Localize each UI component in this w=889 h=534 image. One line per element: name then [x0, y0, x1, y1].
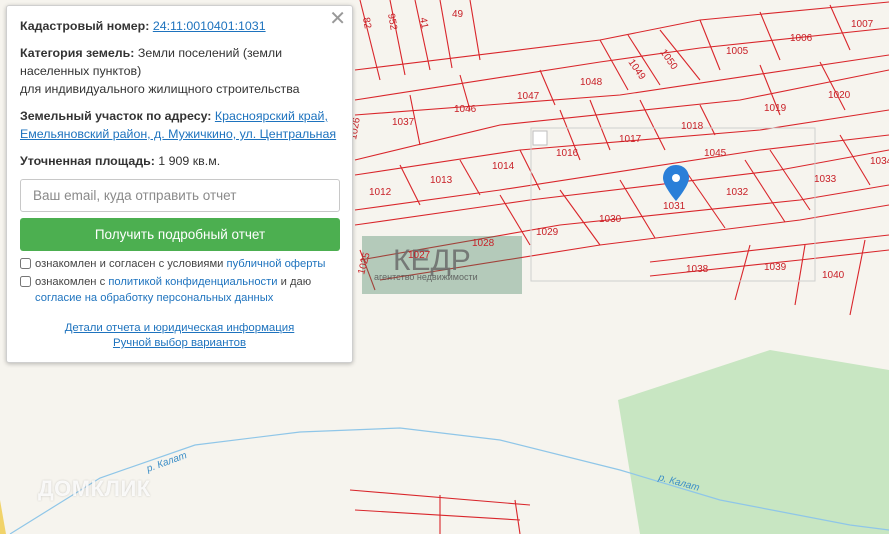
- parcel-label: 1013: [430, 175, 453, 186]
- parcel-label: 1047: [517, 91, 540, 102]
- parcel-label: 1005: [726, 46, 749, 57]
- cadastral-label: Кадастровый номер:: [20, 19, 150, 33]
- parcel-label: 1027: [408, 250, 431, 261]
- parcel-label: 1031: [663, 201, 686, 212]
- cadastral-row: Кадастровый номер: 24:11:0010401:1031: [20, 17, 339, 35]
- address-label: Земельный участок по адресу:: [20, 109, 212, 123]
- parcel-label: 1038: [686, 264, 709, 275]
- category-line2: населенных пунктов): [20, 64, 142, 78]
- parcel-label: 1040: [822, 270, 845, 281]
- category-label: Категория земель:: [20, 46, 135, 60]
- public-offer-link[interactable]: публичной оферты: [227, 258, 326, 270]
- area-row: Уточненная площадь: 1 909 кв.м.: [20, 152, 339, 170]
- category-row: Категория земель: Земли поселений (земли…: [20, 44, 339, 98]
- brand-logo: КЕДР агентство недвижимости: [362, 236, 522, 294]
- consent-offer-text-wrap: ознакомлен и согласен с условиями публич…: [35, 256, 325, 272]
- parcel-label: 1032: [726, 187, 749, 198]
- category-line3: для индивидуального жилищного строительс…: [20, 82, 300, 96]
- parcel-label: 1046: [454, 104, 477, 115]
- email-input[interactable]: [20, 179, 340, 212]
- brand-logo-sub: агентство недвижимости: [374, 272, 478, 282]
- area-label: Уточненная площадь:: [20, 154, 155, 168]
- parcel-label: 1018: [681, 121, 704, 132]
- parcel-label: 1014: [492, 161, 515, 172]
- parcel-label: 1007: [851, 19, 874, 30]
- close-icon[interactable]: ✕: [329, 9, 346, 29]
- parcel-label: 1006: [790, 33, 813, 44]
- consent-offer: ознакомлен и согласен с условиями публич…: [20, 256, 339, 272]
- get-report-button[interactable]: Получить подробный отчет: [20, 218, 340, 251]
- consent-privacy-text-a: ознакомлен с: [35, 276, 106, 288]
- parcel-label: 1016: [556, 148, 579, 159]
- parcel-label: 1045: [704, 148, 727, 159]
- parcel-label: 1019: [764, 103, 787, 114]
- consent-offer-text: ознакомлен и согласен с условиями: [35, 258, 224, 270]
- area-value: 1 909 кв.м.: [158, 154, 221, 168]
- parcel-label: 1029: [536, 227, 559, 238]
- parcel-label: 1033: [814, 174, 837, 185]
- parcel-label: 1034: [870, 156, 889, 167]
- parcel-label: 1012: [369, 187, 392, 198]
- domclick-watermark: ДОМКЛИК: [38, 476, 151, 501]
- popup-footer-links: Детали отчета и юридическая информация Р…: [7, 322, 352, 352]
- cadastral-number-link[interactable]: 24:11:0010401:1031: [153, 19, 266, 33]
- category-line1: Земли поселений (земли: [137, 46, 283, 60]
- parcel-info-popup: ✕ Кадастровый номер: 24:11:0010401:1031 …: [6, 5, 353, 363]
- personal-data-consent-link[interactable]: согласие на обработку персональных данны…: [35, 290, 311, 306]
- parcel-label: 1020: [828, 90, 851, 101]
- report-details-link[interactable]: Детали отчета и юридическая информация: [65, 322, 295, 334]
- privacy-policy-link[interactable]: политикой конфиденциальности: [108, 276, 277, 288]
- address-link-part1[interactable]: Красноярский край,: [215, 109, 328, 123]
- consent-privacy-text-b: и даю: [280, 276, 312, 288]
- parcel-label: 49: [452, 9, 464, 20]
- parcel-label: 1028: [472, 238, 495, 249]
- parcel-label: 1037: [392, 117, 415, 128]
- manual-selection-link[interactable]: Ручной выбор вариантов: [113, 337, 246, 349]
- address-link-part2[interactable]: Емельяновский район, д. Мужичкино, ул. Ц…: [20, 127, 336, 141]
- parcel-label: 1048: [580, 77, 603, 88]
- consent-privacy: ознакомлен с политикой конфиденциальност…: [20, 274, 339, 306]
- selection-handle[interactable]: [532, 130, 548, 146]
- consent-privacy-text-wrap: ознакомлен с политикой конфиденциальност…: [35, 274, 311, 306]
- parcel-label: 1017: [619, 134, 642, 145]
- consent-offer-checkbox[interactable]: [20, 258, 31, 269]
- address-row: Земельный участок по адресу: Красноярски…: [20, 107, 339, 143]
- parcel-label: 1039: [764, 262, 787, 273]
- consent-privacy-checkbox[interactable]: [20, 276, 31, 287]
- parcel-label: 1030: [599, 214, 622, 225]
